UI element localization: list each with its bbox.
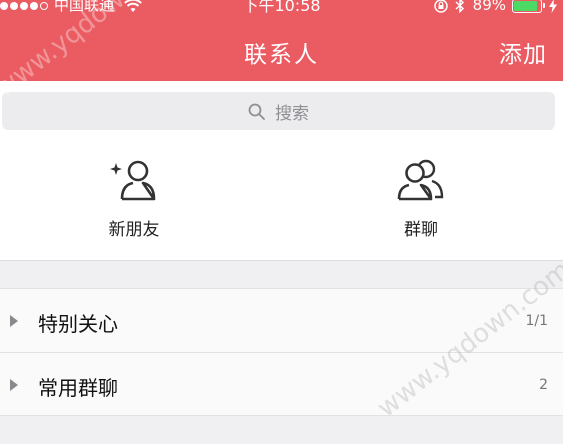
list-item-special-care[interactable]: 特别关心 1/1 — [0, 288, 563, 352]
rotation-lock-icon — [433, 0, 448, 13]
battery-icon — [512, 0, 545, 13]
search-bar: 搜索 — [0, 81, 563, 135]
status-bar: 中国联通 下午10:58 89% — [0, 0, 563, 15]
search-icon — [248, 103, 265, 120]
contacts-screen: 中国联通 下午10:58 89% 联系人 添加 搜索 新朋友 群聊 特别关心 1… — [0, 0, 563, 444]
group-count: 1/1 — [525, 313, 548, 329]
search-input[interactable]: 搜索 — [2, 92, 555, 130]
group-list: 特别关心 1/1 常用群聊 2 — [0, 288, 563, 416]
group-chat-entry[interactable]: 群聊 — [341, 135, 501, 260]
new-friend-label: 新朋友 — [108, 220, 160, 240]
status-right: 89% — [433, 0, 557, 13]
divider — [0, 260, 563, 261]
triangle-right-icon — [10, 315, 18, 327]
group-name: 特别关心 — [38, 312, 118, 336]
charging-icon — [549, 0, 557, 13]
list-item-frequent-groups[interactable]: 常用群聊 2 — [0, 352, 563, 416]
group-name: 常用群聊 — [38, 376, 118, 400]
quick-entries: 新朋友 群聊 — [0, 135, 563, 260]
new-friend-icon — [110, 160, 156, 201]
triangle-right-icon — [10, 379, 18, 391]
battery-fill — [514, 0, 538, 11]
new-friend-entry[interactable]: 新朋友 — [54, 135, 214, 260]
add-button[interactable]: 添加 — [499, 35, 547, 69]
group-chat-icon — [397, 159, 444, 201]
group-chat-label: 群聊 — [404, 220, 438, 240]
search-placeholder: 搜索 — [275, 103, 309, 124]
header-bar: 中国联通 下午10:58 89% 联系人 添加 — [0, 0, 563, 81]
page-title: 联系人 — [244, 42, 319, 68]
bluetooth-icon — [455, 0, 464, 13]
battery-percent: 89% — [472, 0, 506, 14]
group-count: 2 — [539, 377, 548, 393]
